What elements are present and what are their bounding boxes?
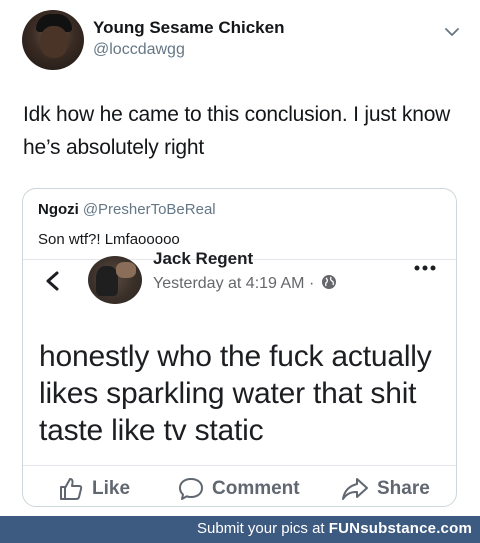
fb-post-text: honestly who the fuck actually likes spa… — [39, 340, 432, 447]
display-name[interactable]: Young Sesame Chicken — [93, 18, 284, 38]
globe-icon — [321, 275, 336, 289]
fb-author-avatar — [88, 256, 142, 304]
quote-author-handle: @PresherToBeReal — [82, 201, 216, 218]
back-arrow-icon — [46, 271, 59, 291]
footer-prefix: Submit your pics at — [197, 520, 329, 537]
share-arrow-icon — [342, 478, 368, 500]
more-options-icon — [414, 265, 436, 271]
comment-bubble-icon — [179, 478, 203, 500]
fb-author-name: Jack Regent — [153, 249, 254, 268]
fb-timestamp: Yesterday at 4:19 AM · — [153, 275, 319, 292]
share-label: Share — [377, 478, 430, 499]
fb-post-meta: Yesterday at 4:19 AM · — [153, 274, 337, 293]
comment-button: Comment — [178, 476, 300, 502]
footer-brand: FUNsubstance.com — [328, 520, 472, 537]
facebook-post-screenshot: Jack Regent Yesterday at 4:19 AM · hones… — [23, 249, 456, 506]
quote-text: Son wtf?! Lmfaooooo — [38, 231, 180, 248]
like-button: Like — [58, 476, 130, 502]
comment-label: Comment — [212, 478, 300, 499]
quote-author-name: Ngozi — [38, 201, 79, 218]
like-label: Like — [92, 478, 131, 499]
tweet-text: Idk how he came to this conclusion. I ju… — [23, 103, 451, 159]
quote-tweet-card[interactable]: Ngozi @PresherToBeReal Son wtf?! Lmfaoooo… — [22, 188, 457, 507]
footer-text: Submit your pics at FUNsubstance.com — [197, 520, 472, 537]
chevron-down-icon[interactable] — [444, 24, 460, 40]
tweet-header: Young Sesame Chicken @loccdawgg — [22, 10, 462, 72]
quote-header: Ngozi @PresherToBeReal — [38, 201, 216, 218]
watermark-footer: Submit your pics at FUNsubstance.com — [0, 516, 480, 543]
share-button: Share — [341, 476, 430, 502]
thumbs-up-icon — [60, 478, 83, 500]
avatar[interactable] — [22, 10, 84, 70]
fb-action-bar: Like Comment Share — [23, 465, 456, 506]
user-handle[interactable]: @loccdawgg — [93, 41, 185, 59]
